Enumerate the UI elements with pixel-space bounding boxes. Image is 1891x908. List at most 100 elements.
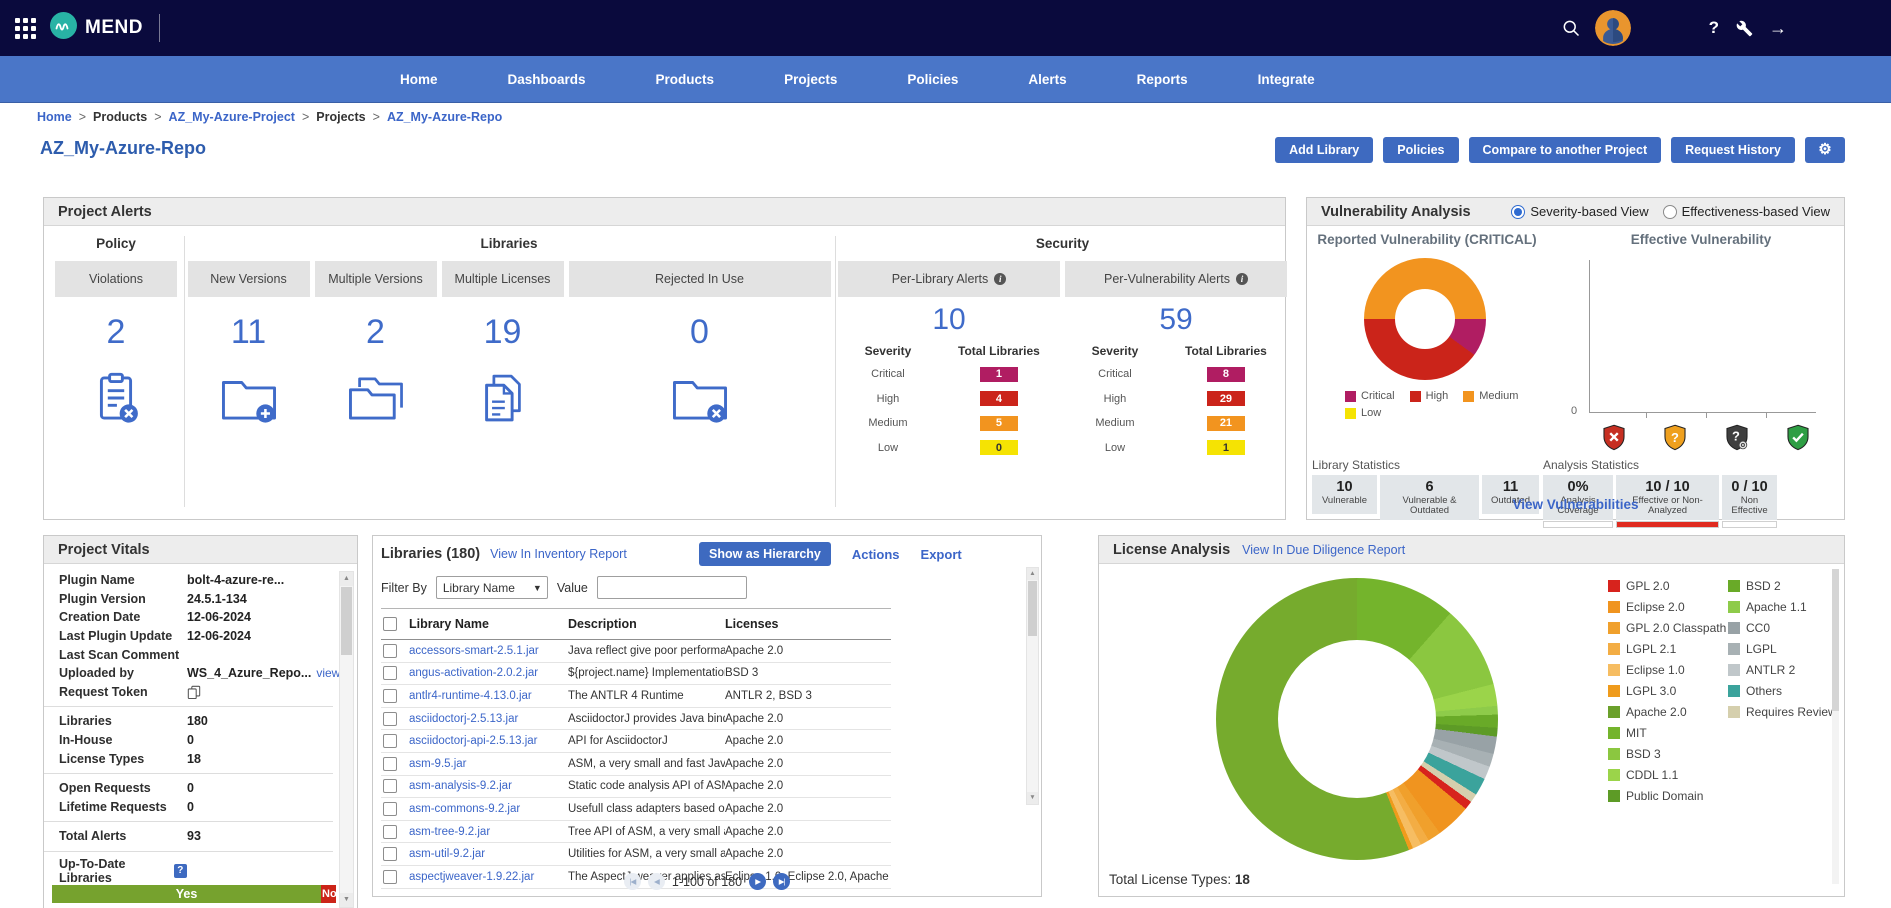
table-row[interactable]: asciidoctorj-2.5.13.jar AsciidoctorJ pro…	[381, 708, 891, 731]
action-button[interactable]: Add Library	[1275, 137, 1373, 163]
library-name-link[interactable]: antlr4-runtime-4.13.0.jar	[409, 690, 568, 702]
library-name-link[interactable]: asm-9.5.jar	[409, 758, 568, 770]
legend-item[interactable]: CC0	[1728, 622, 1837, 634]
nav-item[interactable]: Projects	[784, 72, 837, 87]
license-distribution-donut[interactable]	[1216, 578, 1498, 860]
nav-item[interactable]: Products	[656, 72, 715, 87]
breadcrumb-item[interactable]: AZ_My-Azure-Repo	[366, 110, 503, 124]
severity-view-radio[interactable]: Severity-based View	[1511, 204, 1648, 219]
row-checkbox[interactable]	[383, 757, 397, 771]
legend-item[interactable]: Others	[1728, 685, 1837, 697]
row-checkbox[interactable]	[383, 644, 397, 658]
legend-item[interactable]: Public Domain	[1608, 790, 1726, 802]
show-as-hierarchy-button[interactable]: Show as Hierarchy	[699, 542, 831, 566]
scroll-thumb[interactable]	[1832, 569, 1839, 711]
breadcrumb-item[interactable]: Projects	[295, 110, 366, 124]
row-checkbox[interactable]	[383, 802, 397, 816]
legend-item[interactable]: Apache 2.0	[1608, 706, 1726, 718]
row-checkbox[interactable]	[383, 847, 397, 861]
app-grid-icon[interactable]	[15, 18, 36, 39]
library-name-link[interactable]: asm-util-9.2.jar	[409, 848, 568, 860]
view-vulnerabilities-link[interactable]: View Vulnerabilities	[1307, 497, 1844, 512]
first-page-button[interactable]: |◀	[624, 873, 641, 890]
security-column-label[interactable]: Per-Vulnerability Alertsi	[1065, 261, 1287, 297]
scroll-down-arrow[interactable]: ▼	[1027, 792, 1038, 804]
settings-gear-button[interactable]: ⚙	[1805, 137, 1845, 163]
library-name-link[interactable]: asm-tree-9.2.jar	[409, 826, 568, 838]
legend-item[interactable]: BSD 3	[1608, 748, 1726, 760]
select-all-checkbox[interactable]	[383, 617, 397, 631]
library-name-link[interactable]: asm-commons-9.2.jar	[409, 803, 568, 815]
vulnerable-shield-icon[interactable]	[1601, 424, 1627, 457]
library-name-header[interactable]: Library Name	[409, 617, 568, 631]
nav-item[interactable]: Policies	[907, 72, 958, 87]
mend-logo[interactable]: MEND	[50, 12, 143, 44]
filter-value-input[interactable]	[597, 576, 747, 599]
description-header[interactable]: Description	[568, 617, 725, 631]
scroll-down-arrow[interactable]: ▼	[340, 893, 353, 907]
table-row[interactable]: asm-commons-9.2.jar Usefull class adapte…	[381, 798, 891, 821]
suspected-shield-icon[interactable]: ?	[1662, 424, 1688, 457]
prev-page-button[interactable]: ◀	[648, 873, 665, 890]
radio-unselected-icon[interactable]	[1663, 205, 1677, 219]
breadcrumb-item[interactable]: Home	[37, 110, 72, 124]
filter-field-select[interactable]: Library Name ▼	[436, 576, 548, 599]
alert-column[interactable]: Multiple Versions 2	[315, 261, 437, 434]
scroll-up-arrow[interactable]: ▲	[340, 572, 353, 586]
copy-icon[interactable]	[187, 685, 201, 699]
table-row[interactable]: asciidoctorj-api-2.5.13.jar API for Asci…	[381, 730, 891, 753]
table-row[interactable]: asm-tree-9.2.jar Tree API of ASM, a very…	[381, 821, 891, 844]
reported-vulnerability-donut[interactable]	[1364, 258, 1486, 380]
library-name-link[interactable]: asciidoctorj-api-2.5.13.jar	[409, 735, 568, 747]
legend-item[interactable]: MIT	[1608, 727, 1726, 739]
scroll-thumb[interactable]	[341, 587, 352, 655]
effectiveness-view-radio[interactable]: Effectiveness-based View	[1663, 204, 1830, 219]
table-row[interactable]: asm-util-9.2.jar Utilities for ASM, a ve…	[381, 843, 891, 866]
table-row[interactable]: angus-activation-2.0.2.jar ${project.nam…	[381, 663, 891, 686]
radio-selected-icon[interactable]	[1511, 205, 1525, 219]
security-column-label[interactable]: Per-Library Alertsi	[838, 261, 1060, 297]
severity-count-badge[interactable]: 1	[1207, 440, 1245, 455]
library-name-link[interactable]: angus-activation-2.0.2.jar	[409, 667, 568, 679]
row-checkbox[interactable]	[383, 734, 397, 748]
nav-item[interactable]: Alerts	[1028, 72, 1066, 87]
info-icon[interactable]: i	[994, 273, 1006, 285]
action-button[interactable]: Compare to another Project	[1469, 137, 1662, 163]
legend-item[interactable]: LGPL 2.1	[1608, 643, 1726, 655]
library-name-link[interactable]: asciidoctorj-2.5.13.jar	[409, 713, 568, 725]
nav-item[interactable]: Reports	[1137, 72, 1188, 87]
search-icon[interactable]	[1561, 18, 1581, 38]
table-row[interactable]: antlr4-runtime-4.13.0.jar The ANTLR 4 Ru…	[381, 685, 891, 708]
severity-count-badge[interactable]: 21	[1207, 416, 1245, 431]
table-row[interactable]: asm-analysis-9.2.jar Static code analysi…	[381, 776, 891, 799]
severity-count-badge[interactable]: 5	[980, 416, 1018, 431]
breadcrumb-item[interactable]: Products	[72, 110, 148, 124]
legend-item[interactable]: CDDL 1.1	[1608, 769, 1726, 781]
actions-link[interactable]: Actions	[852, 547, 900, 562]
legend-item[interactable]: GPL 2.0	[1608, 580, 1726, 592]
scroll-up-arrow[interactable]: ▲	[1027, 568, 1038, 580]
not-vulnerable-shield-icon[interactable]	[1785, 424, 1811, 457]
license-scrollbar[interactable]	[1832, 569, 1839, 884]
inventory-report-link[interactable]: View In Inventory Report	[490, 547, 627, 561]
up-to-date-no-segment[interactable]: No	[321, 885, 336, 903]
legend-item[interactable]: Requires Review	[1728, 706, 1837, 718]
legend-item[interactable]: ANTLR 2	[1728, 664, 1837, 676]
help-icon[interactable]: ?	[1709, 18, 1719, 38]
help-question-badge[interactable]: ?	[174, 864, 187, 878]
legend-item[interactable]: LGPL	[1728, 643, 1837, 655]
alert-column[interactable]: New Versions 11	[188, 261, 310, 434]
row-checkbox[interactable]	[383, 666, 397, 680]
export-link[interactable]: Export	[921, 547, 962, 562]
avatar[interactable]	[1595, 10, 1631, 46]
nav-item[interactable]: Dashboards	[508, 72, 586, 87]
nav-item[interactable]: Integrate	[1258, 72, 1315, 87]
library-name-link[interactable]: accessors-smart-2.5.1.jar	[409, 645, 568, 657]
view-link[interactable]: view	[316, 666, 340, 680]
table-row[interactable]: accessors-smart-2.5.1.jar Java reflect g…	[381, 640, 891, 663]
alert-column[interactable]: Violations 2	[55, 261, 177, 434]
breadcrumb-item[interactable]: AZ_My-Azure-Project	[147, 110, 295, 124]
row-checkbox[interactable]	[383, 712, 397, 726]
alert-column[interactable]: Multiple Licenses 19	[442, 261, 564, 434]
legend-item[interactable]: Apache 1.1	[1728, 601, 1837, 613]
